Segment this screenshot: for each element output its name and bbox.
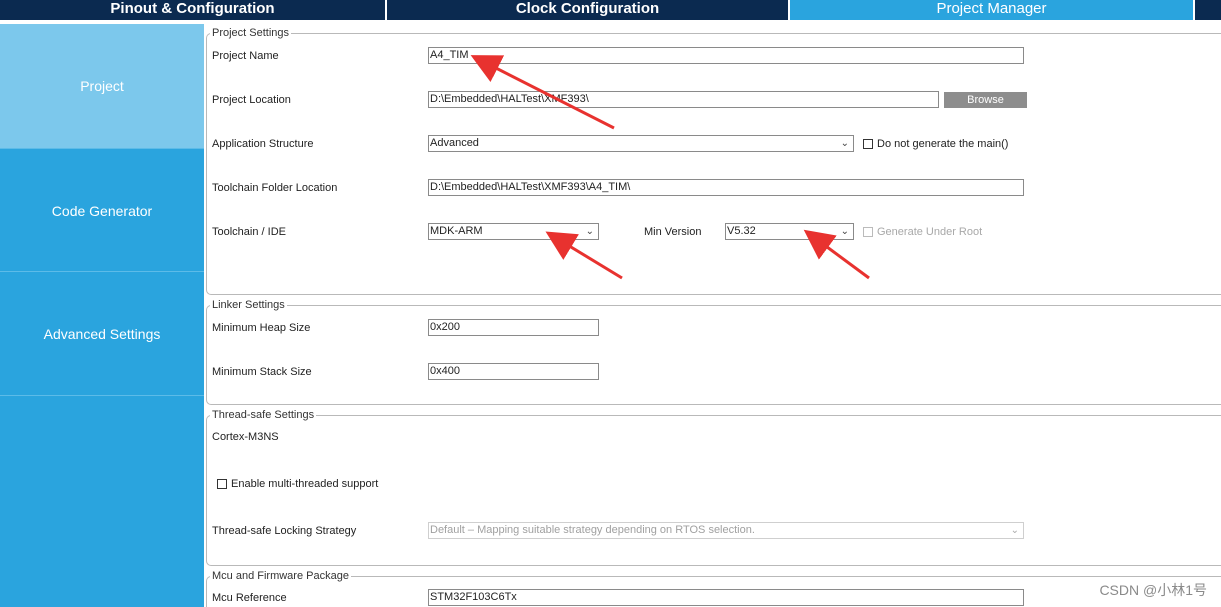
min-version-select[interactable]: V5.32 ⌄ [725,223,854,240]
chevron-down-icon: ⌄ [585,226,594,237]
group-legend: Project Settings [210,27,292,39]
stack-size-label: Minimum Stack Size [212,366,312,378]
tab-divider [1193,0,1195,20]
sidebar: Project Code Generator Advanced Settings [0,24,204,607]
select-value: V5.32 [727,225,756,237]
toolchain-folder-input[interactable]: D:\Embedded\HALTest\XMF393\A4_TIM\ [428,179,1024,196]
application-structure-select[interactable]: Advanced ⌄ [428,135,854,152]
chevron-down-icon: ⌄ [840,138,849,149]
tab-project-manager[interactable]: Project Manager [790,0,1193,20]
multi-thread-checkbox[interactable] [217,479,227,489]
project-settings-group: Project Settings [206,27,1221,295]
group-legend: Thread-safe Settings [210,409,317,421]
project-location-label: Project Location [212,94,291,106]
toolchain-ide-label: Toolchain / IDE [212,226,286,238]
sidebar-item-project[interactable]: Project [0,24,204,148]
mcu-reference-input[interactable]: STM32F103C6Tx [428,589,1024,606]
browse-button[interactable]: Browse [944,92,1027,108]
project-location-input[interactable]: D:\Embedded\HALTest\XMF393\ [428,91,939,108]
do-not-generate-main-checkbox[interactable] [863,139,873,149]
project-name-input[interactable]: A4_TIM [428,47,1024,64]
tab-pinout-configuration[interactable]: Pinout & Configuration [0,0,385,20]
locking-strategy-label: Thread-safe Locking Strategy [212,525,357,537]
checkbox-label: Enable multi-threaded support [231,478,379,490]
sidebar-item-label: Advanced Settings [43,326,161,342]
tab-clock-configuration[interactable]: Clock Configuration [387,0,788,20]
min-version-label: Min Version [644,226,702,238]
generate-under-root-checkbox[interactable] [863,227,873,237]
checkbox-label: Generate Under Root [877,226,983,238]
sidebar-item-label: Code Generator [51,203,153,219]
sidebar-divider [0,395,204,396]
group-legend: Mcu and Firmware Package [210,570,351,582]
sidebar-item-code-generator[interactable]: Code Generator [0,149,204,273]
core-name: Cortex-M3NS [212,431,279,443]
select-value: Advanced [430,137,479,149]
locking-strategy-select[interactable]: Default – Mapping suitable strategy depe… [428,522,1024,539]
stack-size-input[interactable]: 0x400 [428,363,599,380]
group-legend: Linker Settings [210,299,287,311]
toolchain-ide-select[interactable]: MDK-ARM ⌄ [428,223,599,240]
thread-safe-settings-group: Thread-safe Settings [206,409,1221,566]
linker-settings-group: Linker Settings [206,299,1221,405]
checkbox-label: Do not generate the main() [877,138,1009,150]
select-value: MDK-ARM [430,225,483,237]
heap-size-input[interactable]: 0x200 [428,319,599,336]
application-structure-label: Application Structure [212,138,314,150]
chevron-down-icon: ⌄ [840,226,849,237]
top-tab-bar: Pinout & Configuration Clock Configurati… [0,0,1221,20]
heap-size-label: Minimum Heap Size [212,322,311,334]
toolchain-folder-label: Toolchain Folder Location [212,182,338,194]
sidebar-item-label: Project [80,78,124,94]
select-value: Default – Mapping suitable strategy depe… [430,524,755,536]
sidebar-item-advanced-settings[interactable]: Advanced Settings [0,272,204,396]
watermark: CSDN @小林1号 [1099,582,1207,598]
mcu-reference-label: Mcu Reference [212,592,287,604]
chevron-down-icon: ⌄ [1010,525,1019,536]
project-name-label: Project Name [212,50,279,62]
